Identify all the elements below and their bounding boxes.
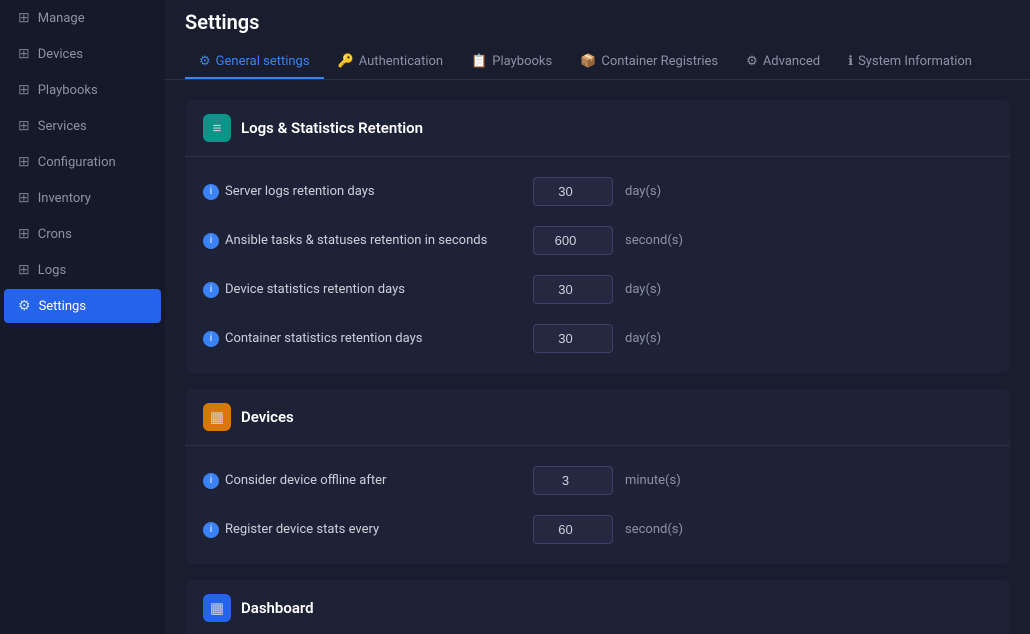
manage-icon: ⊞ [18, 10, 30, 26]
sidebar-label-crons: Crons [38, 227, 72, 242]
tab-advanced[interactable]: ⚙ Advanced [732, 46, 834, 79]
device-stats-info-icon[interactable]: i [203, 282, 219, 298]
settings-icon: ⚙ [18, 298, 31, 314]
tab-authentication[interactable]: 🔑 Authentication [324, 46, 458, 79]
server-logs-unit: day(s) [625, 184, 661, 199]
device-register-unit: second(s) [625, 522, 683, 537]
ansible-row: i Ansible tasks & statuses retention in … [185, 216, 1010, 265]
sidebar-label-inventory: Inventory [38, 191, 91, 206]
ansible-info-icon[interactable]: i [203, 233, 219, 249]
dashboard-header: ▦ Dashboard [185, 580, 1010, 634]
devices-header: ▦ Devices [185, 389, 1010, 446]
device-stats-input[interactable] [533, 275, 613, 304]
devices-section-title: Devices [241, 408, 294, 426]
device-offline-label: i Consider device offline after [203, 473, 523, 489]
container-stats-input[interactable] [533, 324, 613, 353]
sidebar-label-manage: Manage [38, 11, 85, 26]
tab-registries-icon: 📦 [580, 54, 596, 69]
logs-statistics-body: i Server logs retention days day(s) i An… [185, 157, 1010, 373]
tab-general-icon: ⚙ [199, 54, 211, 69]
services-icon: ⊞ [18, 118, 30, 134]
main-content: Settings ⚙ General settings 🔑 Authentica… [165, 0, 1030, 634]
device-register-info-icon[interactable]: i [203, 522, 219, 538]
logs-icon: ⊞ [18, 262, 30, 278]
container-stats-row: i Container statistics retention days da… [185, 314, 1010, 363]
ansible-label: i Ansible tasks & statuses retention in … [203, 233, 523, 249]
device-register-input[interactable] [533, 515, 613, 544]
server-logs-label: i Server logs retention days [203, 184, 523, 200]
sidebar: ⊞ Manage ⊞ Devices ⊞ Playbooks ⊞ Service… [0, 0, 165, 634]
sidebar-item-logs[interactable]: ⊞ Logs [4, 253, 161, 287]
sidebar-label-services: Services [38, 119, 87, 134]
device-offline-info-icon[interactable]: i [203, 473, 219, 489]
tab-container-registries[interactable]: 📦 Container Registries [566, 46, 732, 79]
sidebar-item-settings[interactable]: ⚙ Settings [4, 289, 161, 323]
tabs-bar: ⚙ General settings 🔑 Authentication 📋 Pl… [185, 46, 1010, 79]
server-logs-row: i Server logs retention days day(s) [185, 167, 1010, 216]
container-stats-unit: day(s) [625, 331, 661, 346]
tab-general-settings[interactable]: ⚙ General settings [185, 46, 324, 79]
tab-playbooks-icon: 📋 [471, 54, 487, 69]
sidebar-label-logs: Logs [38, 263, 66, 278]
sidebar-item-devices[interactable]: ⊞ Devices [4, 37, 161, 71]
sidebar-label-devices: Devices [38, 47, 83, 62]
ansible-input[interactable] [533, 226, 613, 255]
top-header: Settings ⚙ General settings 🔑 Authentica… [165, 0, 1030, 80]
crons-icon: ⊞ [18, 226, 30, 242]
tab-sysinfo-icon: ℹ [848, 54, 853, 69]
logs-statistics-section: ≡ Logs & Statistics Retention i Server l… [185, 100, 1010, 373]
content-area: ≡ Logs & Statistics Retention i Server l… [165, 80, 1030, 634]
dashboard-section: ▦ Dashboard i System is healthy when ave… [185, 580, 1010, 634]
sidebar-item-manage[interactable]: ⊞ Manage [4, 1, 161, 35]
sidebar-item-playbooks[interactable]: ⊞ Playbooks [4, 73, 161, 107]
device-register-label: i Register device stats every [203, 522, 523, 538]
devices-section: ▦ Devices i Consider device offline afte… [185, 389, 1010, 564]
sidebar-item-configuration[interactable]: ⊞ Configuration [4, 145, 161, 179]
page-title: Settings [185, 10, 1010, 34]
server-logs-input[interactable] [533, 177, 613, 206]
container-stats-label: i Container statistics retention days [203, 331, 523, 347]
device-register-row: i Register device stats every second(s) [185, 505, 1010, 554]
playbooks-icon: ⊞ [18, 82, 30, 98]
tab-auth-icon: 🔑 [338, 54, 354, 69]
sidebar-label-playbooks: Playbooks [38, 83, 98, 98]
devices-icon: ⊞ [18, 46, 30, 62]
sidebar-item-services[interactable]: ⊞ Services [4, 109, 161, 143]
logs-statistics-header: ≡ Logs & Statistics Retention [185, 100, 1010, 157]
device-stats-label: i Device statistics retention days [203, 282, 523, 298]
ansible-unit: second(s) [625, 233, 683, 248]
container-stats-info-icon[interactable]: i [203, 331, 219, 347]
server-logs-info-icon[interactable]: i [203, 184, 219, 200]
devices-body: i Consider device offline after minute(s… [185, 446, 1010, 564]
device-offline-input[interactable] [533, 466, 613, 495]
sidebar-label-configuration: Configuration [38, 155, 116, 170]
dashboard-section-icon: ▦ [203, 594, 231, 622]
inventory-icon: ⊞ [18, 190, 30, 206]
dashboard-section-title: Dashboard [241, 599, 314, 617]
tab-playbooks[interactable]: 📋 Playbooks [457, 46, 566, 79]
device-offline-row: i Consider device offline after minute(s… [185, 456, 1010, 505]
configuration-icon: ⊞ [18, 154, 30, 170]
logs-statistics-icon: ≡ [203, 114, 231, 142]
sidebar-item-inventory[interactable]: ⊞ Inventory [4, 181, 161, 215]
sidebar-label-settings: Settings [39, 299, 86, 314]
tab-system-information[interactable]: ℹ System Information [834, 46, 986, 79]
device-stats-unit: day(s) [625, 282, 661, 297]
devices-section-icon: ▦ [203, 403, 231, 431]
device-offline-unit: minute(s) [625, 473, 681, 488]
tab-advanced-icon: ⚙ [746, 54, 758, 69]
device-stats-row: i Device statistics retention days day(s… [185, 265, 1010, 314]
logs-statistics-title: Logs & Statistics Retention [241, 119, 423, 137]
sidebar-item-crons[interactable]: ⊞ Crons [4, 217, 161, 251]
